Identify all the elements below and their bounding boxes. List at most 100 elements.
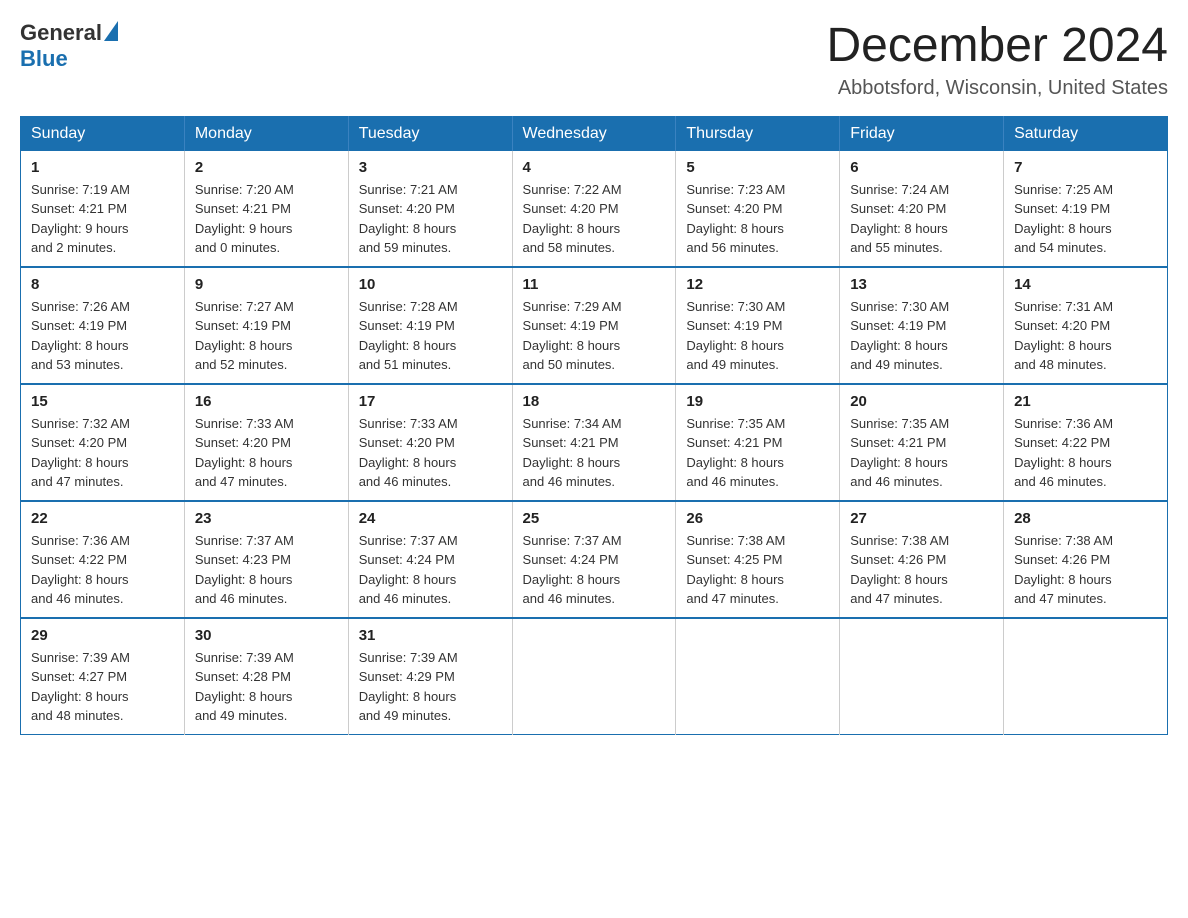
page-header: General Blue December 2024 Abbotsford, W… bbox=[20, 20, 1168, 100]
table-row bbox=[512, 618, 676, 735]
day-number: 26 bbox=[686, 510, 829, 527]
table-row: 6 Sunrise: 7:24 AMSunset: 4:20 PMDayligh… bbox=[840, 151, 1004, 267]
logo-general-text: General bbox=[20, 20, 102, 46]
table-row: 1 Sunrise: 7:19 AMSunset: 4:21 PMDayligh… bbox=[21, 151, 185, 267]
table-row: 20 Sunrise: 7:35 AMSunset: 4:21 PMDaylig… bbox=[840, 384, 1004, 501]
day-number: 28 bbox=[1014, 510, 1157, 527]
day-info: Sunrise: 7:28 AMSunset: 4:19 PMDaylight:… bbox=[359, 297, 502, 375]
table-row: 25 Sunrise: 7:37 AMSunset: 4:24 PMDaylig… bbox=[512, 501, 676, 618]
table-row: 26 Sunrise: 7:38 AMSunset: 4:25 PMDaylig… bbox=[676, 501, 840, 618]
table-row: 4 Sunrise: 7:22 AMSunset: 4:20 PMDayligh… bbox=[512, 151, 676, 267]
header-wednesday: Wednesday bbox=[512, 116, 676, 151]
day-number: 15 bbox=[31, 393, 174, 410]
table-row: 7 Sunrise: 7:25 AMSunset: 4:19 PMDayligh… bbox=[1004, 151, 1168, 267]
table-row: 8 Sunrise: 7:26 AMSunset: 4:19 PMDayligh… bbox=[21, 267, 185, 384]
table-row: 3 Sunrise: 7:21 AMSunset: 4:20 PMDayligh… bbox=[348, 151, 512, 267]
day-info: Sunrise: 7:19 AMSunset: 4:21 PMDaylight:… bbox=[31, 180, 174, 258]
table-row: 24 Sunrise: 7:37 AMSunset: 4:24 PMDaylig… bbox=[348, 501, 512, 618]
day-number: 21 bbox=[1014, 393, 1157, 410]
table-row: 10 Sunrise: 7:28 AMSunset: 4:19 PMDaylig… bbox=[348, 267, 512, 384]
table-row: 2 Sunrise: 7:20 AMSunset: 4:21 PMDayligh… bbox=[184, 151, 348, 267]
day-info: Sunrise: 7:35 AMSunset: 4:21 PMDaylight:… bbox=[686, 414, 829, 492]
header-thursday: Thursday bbox=[676, 116, 840, 151]
table-row bbox=[840, 618, 1004, 735]
day-info: Sunrise: 7:25 AMSunset: 4:19 PMDaylight:… bbox=[1014, 180, 1157, 258]
day-info: Sunrise: 7:35 AMSunset: 4:21 PMDaylight:… bbox=[850, 414, 993, 492]
day-number: 25 bbox=[523, 510, 666, 527]
table-row: 22 Sunrise: 7:36 AMSunset: 4:22 PMDaylig… bbox=[21, 501, 185, 618]
table-row: 23 Sunrise: 7:37 AMSunset: 4:23 PMDaylig… bbox=[184, 501, 348, 618]
day-number: 31 bbox=[359, 627, 502, 644]
calendar-week-row: 15 Sunrise: 7:32 AMSunset: 4:20 PMDaylig… bbox=[21, 384, 1168, 501]
day-info: Sunrise: 7:39 AMSunset: 4:27 PMDaylight:… bbox=[31, 648, 174, 726]
table-row: 11 Sunrise: 7:29 AMSunset: 4:19 PMDaylig… bbox=[512, 267, 676, 384]
table-row: 31 Sunrise: 7:39 AMSunset: 4:29 PMDaylig… bbox=[348, 618, 512, 735]
table-row: 21 Sunrise: 7:36 AMSunset: 4:22 PMDaylig… bbox=[1004, 384, 1168, 501]
day-number: 13 bbox=[850, 276, 993, 293]
day-number: 17 bbox=[359, 393, 502, 410]
day-number: 16 bbox=[195, 393, 338, 410]
table-row: 28 Sunrise: 7:38 AMSunset: 4:26 PMDaylig… bbox=[1004, 501, 1168, 618]
day-number: 4 bbox=[523, 159, 666, 176]
location-title: Abbotsford, Wisconsin, United States bbox=[826, 77, 1168, 100]
table-row: 14 Sunrise: 7:31 AMSunset: 4:20 PMDaylig… bbox=[1004, 267, 1168, 384]
day-info: Sunrise: 7:33 AMSunset: 4:20 PMDaylight:… bbox=[359, 414, 502, 492]
day-info: Sunrise: 7:37 AMSunset: 4:24 PMDaylight:… bbox=[359, 531, 502, 609]
day-info: Sunrise: 7:26 AMSunset: 4:19 PMDaylight:… bbox=[31, 297, 174, 375]
day-number: 12 bbox=[686, 276, 829, 293]
day-info: Sunrise: 7:24 AMSunset: 4:20 PMDaylight:… bbox=[850, 180, 993, 258]
table-row bbox=[1004, 618, 1168, 735]
day-info: Sunrise: 7:38 AMSunset: 4:25 PMDaylight:… bbox=[686, 531, 829, 609]
day-info: Sunrise: 7:37 AMSunset: 4:24 PMDaylight:… bbox=[523, 531, 666, 609]
day-info: Sunrise: 7:38 AMSunset: 4:26 PMDaylight:… bbox=[850, 531, 993, 609]
table-row: 9 Sunrise: 7:27 AMSunset: 4:19 PMDayligh… bbox=[184, 267, 348, 384]
day-info: Sunrise: 7:37 AMSunset: 4:23 PMDaylight:… bbox=[195, 531, 338, 609]
day-number: 5 bbox=[686, 159, 829, 176]
day-number: 23 bbox=[195, 510, 338, 527]
table-row: 16 Sunrise: 7:33 AMSunset: 4:20 PMDaylig… bbox=[184, 384, 348, 501]
day-info: Sunrise: 7:34 AMSunset: 4:21 PMDaylight:… bbox=[523, 414, 666, 492]
day-info: Sunrise: 7:30 AMSunset: 4:19 PMDaylight:… bbox=[850, 297, 993, 375]
calendar-week-row: 22 Sunrise: 7:36 AMSunset: 4:22 PMDaylig… bbox=[21, 501, 1168, 618]
day-info: Sunrise: 7:23 AMSunset: 4:20 PMDaylight:… bbox=[686, 180, 829, 258]
day-info: Sunrise: 7:31 AMSunset: 4:20 PMDaylight:… bbox=[1014, 297, 1157, 375]
table-row: 29 Sunrise: 7:39 AMSunset: 4:27 PMDaylig… bbox=[21, 618, 185, 735]
day-number: 6 bbox=[850, 159, 993, 176]
logo-triangle-icon bbox=[104, 21, 118, 41]
day-info: Sunrise: 7:38 AMSunset: 4:26 PMDaylight:… bbox=[1014, 531, 1157, 609]
day-info: Sunrise: 7:30 AMSunset: 4:19 PMDaylight:… bbox=[686, 297, 829, 375]
day-number: 22 bbox=[31, 510, 174, 527]
day-number: 2 bbox=[195, 159, 338, 176]
day-number: 11 bbox=[523, 276, 666, 293]
day-number: 20 bbox=[850, 393, 993, 410]
table-row: 15 Sunrise: 7:32 AMSunset: 4:20 PMDaylig… bbox=[21, 384, 185, 501]
day-number: 9 bbox=[195, 276, 338, 293]
table-row: 30 Sunrise: 7:39 AMSunset: 4:28 PMDaylig… bbox=[184, 618, 348, 735]
logo: General Blue bbox=[20, 20, 118, 72]
table-row: 13 Sunrise: 7:30 AMSunset: 4:19 PMDaylig… bbox=[840, 267, 1004, 384]
day-number: 18 bbox=[523, 393, 666, 410]
title-section: December 2024 Abbotsford, Wisconsin, Uni… bbox=[826, 20, 1168, 100]
header-monday: Monday bbox=[184, 116, 348, 151]
day-number: 14 bbox=[1014, 276, 1157, 293]
table-row: 5 Sunrise: 7:23 AMSunset: 4:20 PMDayligh… bbox=[676, 151, 840, 267]
day-number: 3 bbox=[359, 159, 502, 176]
day-info: Sunrise: 7:21 AMSunset: 4:20 PMDaylight:… bbox=[359, 180, 502, 258]
calendar-week-row: 29 Sunrise: 7:39 AMSunset: 4:27 PMDaylig… bbox=[21, 618, 1168, 735]
day-number: 10 bbox=[359, 276, 502, 293]
table-row: 19 Sunrise: 7:35 AMSunset: 4:21 PMDaylig… bbox=[676, 384, 840, 501]
day-info: Sunrise: 7:20 AMSunset: 4:21 PMDaylight:… bbox=[195, 180, 338, 258]
day-number: 7 bbox=[1014, 159, 1157, 176]
table-row: 18 Sunrise: 7:34 AMSunset: 4:21 PMDaylig… bbox=[512, 384, 676, 501]
day-info: Sunrise: 7:39 AMSunset: 4:28 PMDaylight:… bbox=[195, 648, 338, 726]
table-row: 12 Sunrise: 7:30 AMSunset: 4:19 PMDaylig… bbox=[676, 267, 840, 384]
day-number: 29 bbox=[31, 627, 174, 644]
calendar-table: Sunday Monday Tuesday Wednesday Thursday… bbox=[20, 116, 1168, 735]
table-row bbox=[676, 618, 840, 735]
calendar-header-row: Sunday Monday Tuesday Wednesday Thursday… bbox=[21, 116, 1168, 151]
day-number: 27 bbox=[850, 510, 993, 527]
day-number: 30 bbox=[195, 627, 338, 644]
header-tuesday: Tuesday bbox=[348, 116, 512, 151]
header-sunday: Sunday bbox=[21, 116, 185, 151]
calendar-week-row: 1 Sunrise: 7:19 AMSunset: 4:21 PMDayligh… bbox=[21, 151, 1168, 267]
